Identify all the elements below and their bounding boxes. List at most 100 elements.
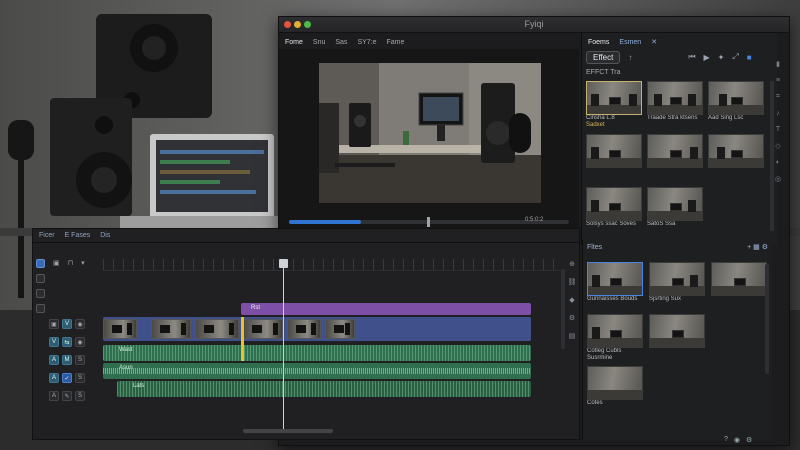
effect-dropdown[interactable]: Effect (586, 50, 621, 64)
file-caption: Cotleg Cubls Susrmine (587, 348, 622, 361)
settings-icon[interactable]: ■ (747, 53, 752, 62)
tab-effects-1[interactable]: Foems (588, 39, 609, 46)
tab-timeline-1[interactable]: Ficer (39, 232, 55, 239)
track-target-icon[interactable]: A (49, 391, 59, 401)
tab-timeline-3[interactable]: Dis (100, 232, 110, 239)
file-item[interactable]: Gunnaisses Bouds (587, 262, 643, 310)
solo-icon[interactable]: S (75, 355, 85, 365)
wrench-icon[interactable]: ⚙ (569, 314, 575, 322)
track-target-icon[interactable]: V (62, 319, 72, 329)
lock-icon[interactable]: ▣ (49, 319, 59, 329)
effect-item[interactable] (586, 134, 642, 182)
effect-thumbnail (708, 81, 764, 115)
crop-icon[interactable]: ⌗ (776, 93, 780, 101)
close-icon[interactable]: ✕ (651, 38, 657, 46)
audio-track[interactable]: Lats (117, 381, 531, 397)
hand-tool-icon[interactable] (36, 304, 45, 313)
tab-monitor-1[interactable]: Fome (285, 39, 303, 46)
eye-icon[interactable]: ◉ (75, 319, 85, 329)
audio-icon[interactable]: ♪ (776, 110, 780, 117)
folder-icon[interactable]: ▣ (53, 259, 60, 267)
trash-icon[interactable]: ▤ (569, 332, 576, 340)
video-track[interactable] (103, 317, 531, 341)
video-clip[interactable] (243, 319, 283, 339)
time-ruler[interactable] (103, 259, 561, 271)
ripple-tool-icon[interactable] (36, 289, 45, 298)
play-small-icon[interactable]: ▶ (704, 53, 710, 62)
track-target-icon[interactable]: A (49, 355, 59, 365)
arrow-up-icon[interactable]: ↑ (628, 53, 632, 62)
effect-item[interactable] (708, 134, 764, 182)
notification-icon[interactable]: ◉ (734, 436, 740, 444)
effects-section-label: EFFCT Tra (586, 69, 621, 76)
effect-thumbnail (647, 81, 703, 115)
mute-icon[interactable]: M (62, 355, 72, 365)
preview-frame[interactable] (319, 63, 541, 203)
pen-icon[interactable]: ✎ (62, 391, 72, 401)
track-target-icon[interactable]: A (49, 373, 59, 383)
tab-effects-2[interactable]: Esmen (619, 39, 641, 46)
files-scrollbar[interactable] (765, 264, 769, 374)
color-icon[interactable]: ◐ (776, 159, 780, 166)
sync-icon[interactable]: ⇆ (62, 337, 72, 347)
solo-icon[interactable]: S (75, 391, 85, 401)
tab-monitor-2[interactable]: Snu (313, 39, 325, 46)
in-point-marker[interactable] (241, 317, 244, 361)
tab-timeline-2[interactable]: E Fases (65, 232, 91, 239)
settings-icon[interactable]: ⚙ (746, 436, 752, 444)
shape-icon[interactable]: ◇ (775, 142, 780, 150)
track-header: AMS (49, 351, 101, 369)
razor-tool-icon[interactable] (36, 274, 45, 283)
effect-item[interactable]: SatoS Ssa (647, 187, 703, 235)
skip-back-icon[interactable]: ⏮ (688, 52, 695, 62)
mask-icon[interactable]: ◎ (775, 175, 781, 183)
video-clip[interactable] (151, 319, 191, 339)
file-item[interactable] (711, 262, 767, 310)
purple-clip[interactable]: Rst (241, 303, 531, 315)
effect-item[interactable]: Cinsha L.8 Sadxet (586, 81, 642, 129)
check-icon[interactable]: ✓ (62, 373, 72, 383)
selection-tool-icon[interactable] (36, 259, 45, 268)
video-clip[interactable] (287, 319, 321, 339)
effect-item[interactable]: Aad Sing Lsc (708, 81, 764, 129)
eye-icon[interactable]: ◉ (75, 337, 85, 347)
effect-item[interactable]: Traade Stra ktsens (647, 81, 703, 129)
add-icon[interactable]: + (747, 244, 751, 251)
track-target-icon[interactable]: V (49, 337, 59, 347)
grid-view-icon[interactable]: ▦ (753, 244, 760, 251)
timeline-window: Ficer E Fases Dis ▣ ⊓ ▾ ▣ V ◉ V ⇆ ◉ AMS A ✓ S … (32, 228, 580, 440)
link-icon[interactable]: ⛓ (568, 278, 577, 286)
help-icon[interactable]: ? (724, 436, 728, 444)
marker-icon[interactable]: ▾ (81, 259, 85, 267)
effect-thumbnail (586, 187, 642, 221)
video-clip[interactable] (103, 319, 137, 339)
pin-icon[interactable]: ▮ (776, 60, 780, 68)
zoom-icon[interactable]: ⊕ (569, 260, 575, 268)
effect-caption (708, 168, 764, 182)
file-item[interactable]: Cotes (587, 366, 643, 414)
settings-icon[interactable]: ⚙ (762, 244, 768, 251)
video-clip[interactable] (325, 319, 355, 339)
file-item[interactable] (649, 314, 705, 362)
file-item[interactable]: Sjsrting Sux (649, 262, 705, 310)
effect-item[interactable]: Solsys ssac Soves (586, 187, 642, 235)
marker-icon[interactable]: ◆ (569, 296, 574, 304)
file-item[interactable]: Cotleg Cubls Susrmine (587, 314, 643, 362)
timeline-scrollbar[interactable] (243, 429, 333, 433)
scrubber-handle[interactable] (427, 217, 430, 227)
list-icon[interactable]: ≡ (776, 77, 780, 84)
tab-monitor-3[interactable]: Sas (335, 39, 347, 46)
snap-icon[interactable]: ⊓ (68, 259, 73, 267)
video-clip[interactable] (195, 319, 239, 339)
solo-icon[interactable]: S (75, 373, 85, 383)
audio-track[interactable]: Wast (103, 345, 531, 361)
timeline-vscrollbar[interactable] (561, 269, 565, 349)
text-icon[interactable]: T (776, 126, 780, 133)
star-icon[interactable]: ✦ (718, 53, 725, 62)
fullscreen-icon[interactable]: ⤢ (732, 52, 738, 62)
tab-monitor-4[interactable]: SY7:e (357, 39, 376, 46)
audio-track[interactable]: Asun (103, 363, 531, 379)
effect-item[interactable] (647, 134, 703, 182)
tab-monitor-5[interactable]: Fame (387, 39, 405, 46)
effect-caption: SatoS Ssa (647, 221, 676, 227)
